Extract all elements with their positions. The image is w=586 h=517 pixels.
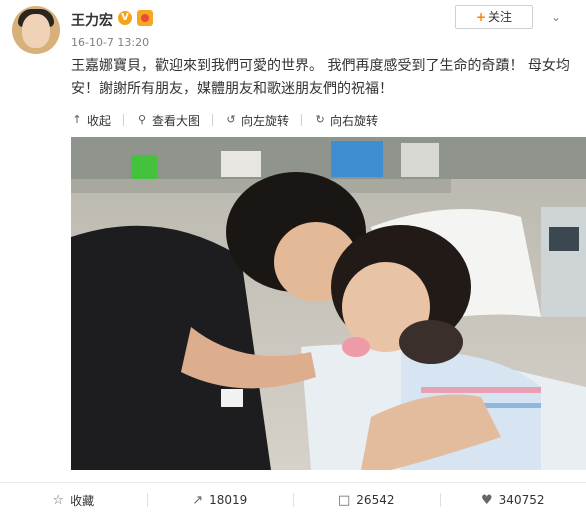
post-timestamp[interactable]: 16-10-7 13:20 bbox=[71, 36, 149, 49]
avatar[interactable] bbox=[12, 6, 60, 54]
post-text: 王嘉娜寶貝，歡迎來到我們可愛的世界。 我們再度感受到了生命的奇蹟！ 母女均安！謝… bbox=[71, 55, 571, 101]
thumbs-up-icon: ♥ bbox=[481, 493, 493, 508]
medal-icon bbox=[137, 10, 153, 26]
divider bbox=[212, 114, 213, 126]
comment-button[interactable]: □ 26542 bbox=[293, 483, 440, 517]
user-name[interactable]: 王力宏 bbox=[71, 10, 113, 30]
comment-count: 26542 bbox=[356, 493, 394, 507]
rotate-left-label: 向左旋转 bbox=[241, 112, 289, 129]
repost-button[interactable]: ↗ 18019 bbox=[147, 483, 294, 517]
action-bar: ☆ 收藏 ↗ 18019 □ 26542 ♥ 340752 bbox=[0, 482, 586, 517]
star-icon: ☆ bbox=[52, 493, 64, 508]
repost-count: 18019 bbox=[209, 493, 247, 507]
collapse-button[interactable]: ↑ 收起 bbox=[71, 112, 111, 129]
like-button[interactable]: ♥ 340752 bbox=[440, 483, 586, 517]
divider bbox=[123, 114, 124, 126]
divider bbox=[301, 114, 302, 126]
rotate-left-button[interactable]: ↺ 向左旋转 bbox=[225, 112, 289, 129]
chevron-down-icon[interactable]: ⌄ bbox=[548, 9, 564, 25]
verified-badge-icon: V bbox=[118, 11, 132, 25]
post-photo[interactable] bbox=[71, 137, 586, 470]
favorite-button[interactable]: ☆ 收藏 bbox=[0, 483, 147, 517]
favorite-label: 收藏 bbox=[70, 492, 94, 509]
view-large-label: 查看大图 bbox=[152, 112, 200, 129]
rotate-left-icon: ↺ bbox=[225, 114, 237, 126]
photo-illustration bbox=[71, 137, 586, 470]
collapse-label: 收起 bbox=[87, 112, 111, 129]
repost-icon: ↗ bbox=[192, 493, 203, 508]
arrow-up-icon: ↑ bbox=[71, 114, 83, 126]
view-large-button[interactable]: ⚲ 查看大图 bbox=[136, 112, 200, 129]
image-toolbar: ↑ 收起 ⚲ 查看大图 ↺ 向左旋转 ↻ 向右旋转 bbox=[71, 111, 390, 129]
comment-icon: □ bbox=[338, 493, 350, 508]
avatar-face bbox=[22, 14, 50, 48]
like-count: 340752 bbox=[499, 493, 545, 507]
magnifier-icon: ⚲ bbox=[136, 114, 148, 126]
rotate-right-icon: ↻ bbox=[314, 114, 326, 126]
rotate-right-label: 向右旋转 bbox=[330, 112, 378, 129]
follow-label: 关注 bbox=[488, 10, 512, 24]
follow-button[interactable]: +关注 bbox=[455, 5, 533, 29]
plus-icon: + bbox=[476, 10, 486, 24]
rotate-right-button[interactable]: ↻ 向右旋转 bbox=[314, 112, 378, 129]
